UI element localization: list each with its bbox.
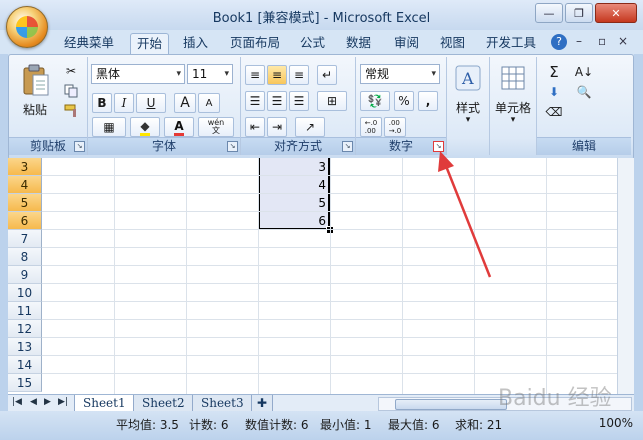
office-logo-icon (16, 16, 38, 38)
sheet-tab-sheet3[interactable]: Sheet3 (192, 395, 253, 412)
office-button[interactable] (6, 6, 48, 48)
last-sheet-icon[interactable]: ▶| (58, 397, 68, 407)
sheet-tab-sheet1[interactable]: Sheet1 (74, 395, 135, 412)
status-average: 平均值: 3.5 (116, 418, 179, 432)
prev-sheet-icon[interactable]: ◀ (30, 397, 37, 407)
status-count: 计数: 6 (189, 418, 229, 432)
status-min: 最小值: 1 (320, 418, 372, 432)
scroll-thumb[interactable] (395, 399, 507, 410)
status-max: 最大值: 6 (388, 418, 440, 432)
status-sum: 求和: 21 (455, 418, 503, 432)
zoom-level[interactable]: 100% (599, 416, 633, 430)
next-sheet-icon[interactable]: ▶ (44, 397, 51, 407)
status-numeric-count: 数值计数: 6 (245, 418, 309, 432)
annotation-arrow-icon (438, 151, 492, 278)
first-sheet-icon[interactable]: |◀ (12, 397, 22, 407)
sheet-tab-sheet2[interactable]: Sheet2 (133, 395, 194, 412)
watermark: Baidu 经验 (498, 386, 612, 411)
insert-sheet-icon[interactable]: ✚ (251, 395, 274, 412)
status-bar: 平均值: 3.5 计数: 6 数值计数: 6 最小值: 1 最大值: 6 求和:… (0, 411, 643, 440)
